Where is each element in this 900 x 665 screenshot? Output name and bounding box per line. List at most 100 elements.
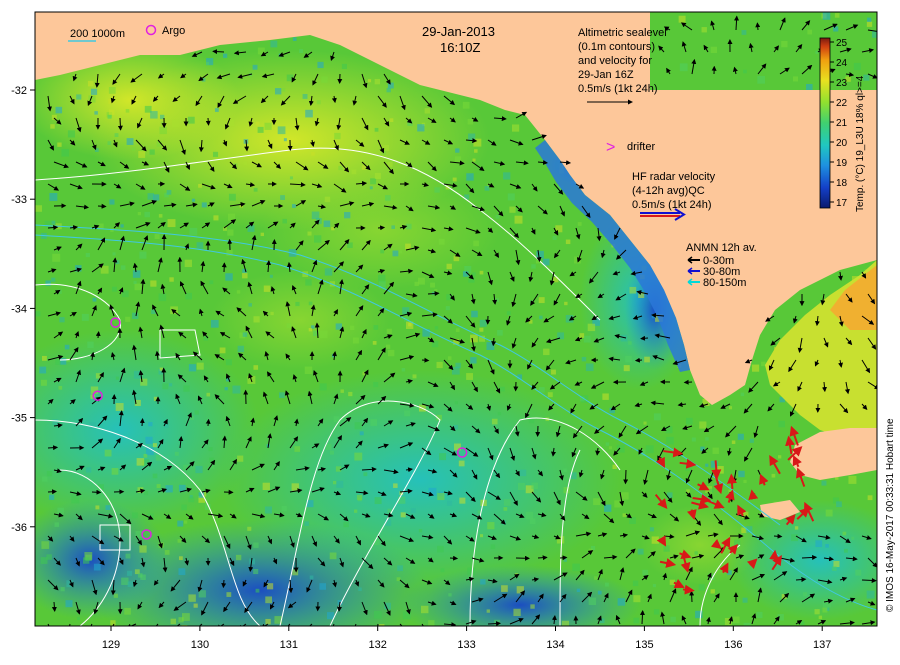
sst-pixel [472,272,476,276]
sst-pixel [184,520,187,523]
sst-pixel [370,178,376,184]
sst-pixel [83,557,89,563]
sst-pixel [324,221,331,228]
sst-pixel [397,565,403,571]
sst-pixel [806,84,813,91]
colorbar-tick-label: 19 [836,158,848,169]
sst-pixel [325,197,330,202]
sst-pixel [413,374,417,378]
sst-pixel [868,495,873,500]
sst-pixel [344,212,350,218]
sst-pixel [625,356,631,362]
sst-pixel [105,505,110,510]
sst-pixel [213,152,218,157]
sst-pixel [42,356,47,361]
sst-pixel [86,467,91,472]
sst-pixel [120,224,123,227]
sst-pixel [76,94,81,99]
colorbar-tick-label: 22 [836,98,848,109]
sst-pixel [468,134,475,141]
warm-patch [210,270,390,370]
sst-pixel [492,419,498,425]
credit-text: © IMOS 16-May-2017 00:33:31 Hobart time [885,418,896,612]
sst-pixel [455,363,460,368]
sst-pixel [387,88,391,92]
sst-pixel [468,119,474,125]
sst-pixel [213,215,218,220]
velocity-arrow [757,23,758,30]
sst-pixel [705,437,708,440]
x-tick-label: 137 [813,639,831,651]
map-date: 29-Jan-2013 [422,24,495,39]
sst-pixel [93,298,97,302]
altimetric-line-5: 0.5m/s (1kt 24h) [578,83,657,95]
sst-pixel [439,453,446,460]
sst-pixel [308,231,312,235]
sst-pixel [109,87,116,94]
sst-pixel [417,124,424,131]
sst-pixel [375,173,381,179]
x-tick-label: 136 [724,639,742,651]
colorbar-tick-label: 20 [836,138,848,149]
sst-pixel [319,583,326,590]
sst-pixel [380,250,384,254]
altimetric-line-2: (0.1m contours) [578,41,655,53]
sst-pixel [132,147,136,151]
sst-pixel [253,543,258,548]
sst-pixel [209,458,214,463]
hf-radar-arrow [683,589,693,590]
y-tick-label: -35 [11,413,27,425]
sst-pixel [729,406,732,409]
sst-pixel [77,617,80,620]
velocity-arrow [208,118,209,125]
sst-pixel [508,193,515,200]
sst-pixel [148,193,155,200]
sst-pixel [209,280,213,284]
sst-pixel [82,314,89,321]
sst-pixel [197,363,204,370]
sst-pixel [825,544,829,548]
velocity-arrow [774,536,781,537]
sst-pixel [743,70,747,74]
sst-pixel [109,199,114,204]
sst-pixel [425,108,430,113]
sst-pixel [190,416,194,420]
sst-pixel [495,298,499,302]
sst-pixel [509,207,515,213]
sst-pixel [86,253,90,257]
sst-pixel [604,505,611,512]
sst-pixel [752,365,759,372]
sst-pixel [294,446,300,452]
sst-pixel [454,256,460,262]
sst-pixel [45,280,50,285]
sst-pixel [579,333,584,338]
sst-pixel [778,455,781,458]
sst-pixel [459,461,465,467]
sst-pixel [127,138,134,145]
colorbar-tick-label: 25 [836,38,848,49]
sst-pixel [501,585,508,592]
sst-pixel [194,604,198,608]
sst-pixel [352,170,357,175]
sst-pixel [588,324,595,331]
sst-pixel [664,545,670,551]
colorbar-tick-label: 24 [836,58,848,69]
sst-pixel [265,506,272,513]
sst-pixel [363,472,367,476]
sst-pixel [473,241,479,247]
sst-pixel [150,149,155,154]
sst-pixel [101,266,109,274]
sst-pixel [430,283,435,288]
sst-pixel [182,613,190,621]
sst-pixel [148,422,152,426]
sst-pixel [199,590,206,597]
x-tick-label: 129 [102,639,120,651]
sst-pixel [112,287,117,292]
sst-pixel [108,115,112,119]
sst-pixel [172,120,179,127]
sst-pixel [402,368,405,371]
sst-pixel [137,458,145,466]
sst-pixel [621,335,628,342]
sst-pixel [815,51,818,54]
sst-pixel [242,273,248,279]
